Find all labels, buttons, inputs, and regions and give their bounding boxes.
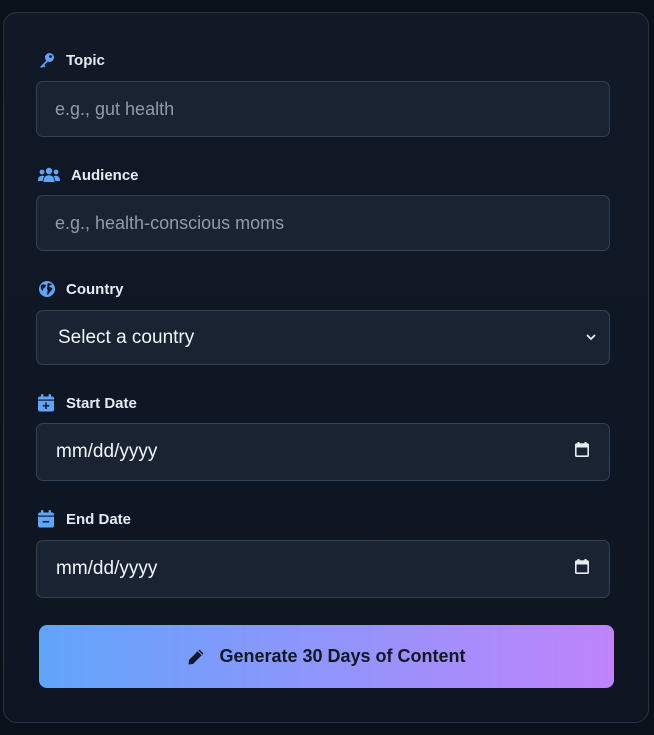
calendar-picker-icon[interactable] <box>575 558 589 580</box>
chevron-down-icon <box>585 327 597 349</box>
country-select[interactable]: Select a country <box>36 310 610 365</box>
country-select-value: Select a country <box>58 326 195 348</box>
generate-content-button[interactable]: Generate 30 Days of Content <box>39 625 614 688</box>
pencil-icon <box>187 648 205 666</box>
calendar-plus-icon <box>38 394 54 412</box>
start-date-label: Start Date <box>66 394 137 412</box>
globe-icon <box>38 280 56 298</box>
country-label: Country <box>66 280 124 298</box>
users-icon <box>38 166 60 184</box>
key-icon <box>38 51 56 69</box>
end-date-value: mm/dd/yyyy <box>56 558 158 579</box>
start-date-value: mm/dd/yyyy <box>56 441 158 462</box>
calendar-picker-icon[interactable] <box>575 441 589 463</box>
topic-label: Topic <box>66 51 105 69</box>
start-date-input[interactable]: mm/dd/yyyy <box>36 423 610 481</box>
end-date-input[interactable]: mm/dd/yyyy <box>36 540 610 598</box>
calendar-minus-icon <box>38 510 54 528</box>
audience-input[interactable] <box>36 195 610 251</box>
audience-label: Audience <box>71 166 139 184</box>
generate-button-label: Generate 30 Days of Content <box>219 646 466 666</box>
topic-input[interactable] <box>36 81 610 137</box>
end-date-label: End Date <box>66 510 132 528</box>
